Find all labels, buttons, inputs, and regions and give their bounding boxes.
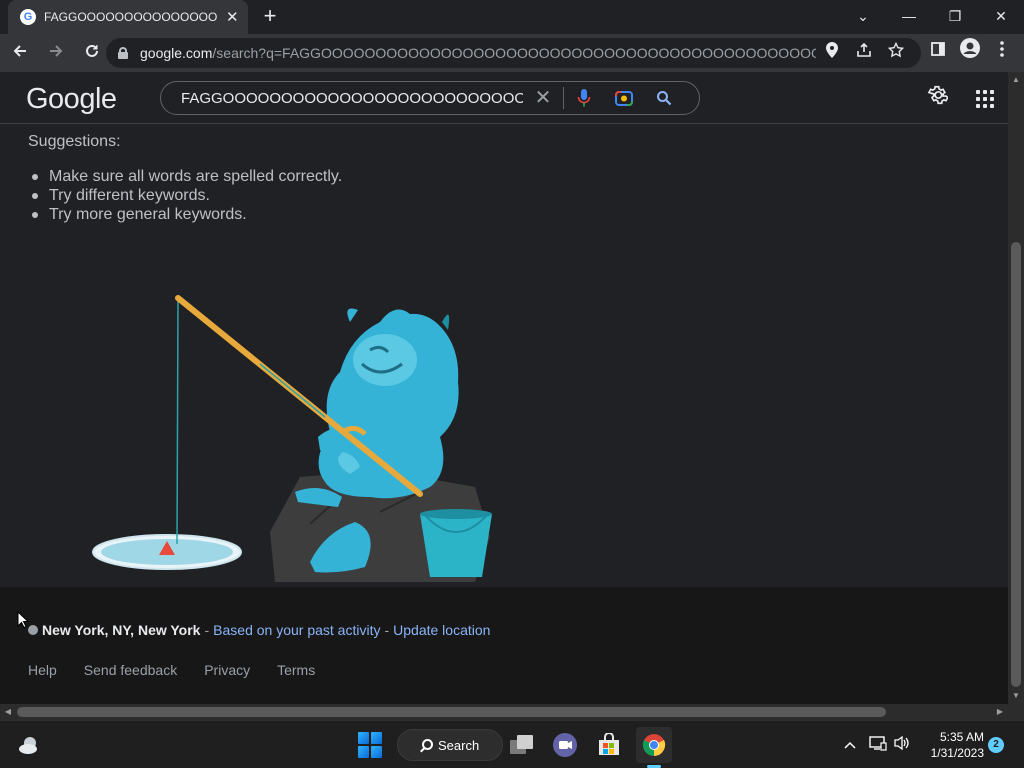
send-feedback-link[interactable]: Send feedback: [84, 662, 177, 678]
location-dot-icon: [28, 625, 38, 635]
settings-gear-icon[interactable]: [920, 84, 954, 112]
microsoft-store-button[interactable]: [591, 727, 627, 763]
task-view-button[interactable]: [504, 727, 540, 763]
network-icon[interactable]: [868, 735, 888, 755]
browser-tab-strip: G FAGGOOOOOOOOOOOOOOOOOOOOOOOOOOOOOOOOOO…: [0, 0, 1024, 34]
location-separator: -: [384, 622, 390, 638]
horizontal-scroll-thumb[interactable]: [17, 707, 886, 717]
terms-link[interactable]: Terms: [277, 662, 315, 678]
new-tab-button[interactable]: +: [258, 4, 282, 28]
share-icon[interactable]: [848, 38, 880, 68]
clock-time: 5:35 AM: [939, 730, 984, 744]
search-input[interactable]: FAGGOOOOOOOOOOOOOOOOOOOOOOOOOOOOOOOOOOOO…: [181, 90, 523, 107]
google-logo[interactable]: Google: [26, 83, 117, 116]
teams-chat-button[interactable]: [547, 727, 583, 763]
teams-chat-icon: [553, 733, 577, 757]
browser-menu-icon[interactable]: [986, 38, 1018, 68]
update-location-link[interactable]: Update location: [393, 622, 490, 638]
location-row: New York, NY, New York - Based on your p…: [28, 622, 490, 638]
microsoft-store-icon: [599, 733, 619, 755]
search-box[interactable]: FAGGOOOOOOOOOOOOOOOOOOOOOOOOOOOOOOOOOOOO…: [160, 81, 700, 115]
close-window-button[interactable]: ✕: [978, 0, 1024, 34]
location-separator: -: [204, 622, 210, 638]
page-viewport: Google FAGGOOOOOOOOOOOOOOOOOOOOOOOOOOOOO…: [0, 72, 1008, 704]
google-favicon-icon: G: [20, 9, 36, 25]
scroll-right-arrow-icon[interactable]: ▶: [992, 704, 1008, 720]
vertical-scroll-thumb[interactable]: [1011, 242, 1021, 687]
list-item: Try different keywords.: [28, 186, 342, 205]
chrome-taskbar-button[interactable]: [636, 727, 672, 763]
scroll-down-arrow-icon[interactable]: ▼: [1008, 688, 1024, 704]
tab-title: FAGGOOOOOOOOOOOOOOOOOOOOOOOOOOOOOOOOOOOO…: [44, 10, 217, 24]
profile-avatar-icon[interactable]: [954, 38, 986, 68]
list-item: Make sure all words are spelled correctl…: [28, 167, 342, 186]
minimize-button[interactable]: —: [886, 0, 932, 34]
back-arrow-icon: [13, 45, 26, 57]
taskbar-search-button[interactable]: Search: [397, 729, 503, 761]
start-button[interactable]: [358, 732, 384, 758]
reload-button[interactable]: [76, 37, 108, 69]
suggestions-heading: Suggestions:: [28, 133, 121, 150]
forward-arrow-icon: [50, 45, 63, 57]
task-view-icon: [510, 735, 533, 754]
privacy-link[interactable]: Privacy: [204, 662, 250, 678]
google-header: Google FAGGOOOOOOOOOOOOOOOOOOOOOOOOOOOOO…: [0, 72, 1008, 124]
taskbar-search-label: Search: [438, 737, 480, 753]
location-name: New York, NY, New York: [42, 622, 201, 638]
weather-cloud-icon[interactable]: [18, 735, 40, 755]
tab-close-icon[interactable]: ✕: [225, 8, 241, 26]
search-submit-icon[interactable]: [644, 81, 684, 115]
clock-date: 1/31/2023: [930, 746, 984, 760]
restore-button[interactable]: ❐: [932, 0, 978, 34]
fishing-monster-illustration: [92, 295, 492, 582]
search-icon: [422, 739, 433, 750]
system-clock[interactable]: 5:35 AM 1/31/2023: [918, 729, 984, 761]
vertical-scrollbar[interactable]: ▲ ▼: [1008, 72, 1024, 704]
lens-search-icon[interactable]: [604, 81, 644, 115]
horizontal-scrollbar[interactable]: ◀ ▶: [0, 704, 1008, 720]
voice-search-icon[interactable]: [564, 81, 604, 115]
side-panel-icon[interactable]: [922, 38, 954, 68]
browser-toolbar: google.com/search?q=FAGGOOOOOOOOOOOOOOOO…: [0, 34, 1024, 72]
volume-icon[interactable]: [892, 735, 912, 755]
scroll-left-arrow-icon[interactable]: ◀: [0, 704, 16, 720]
page-footer: New York, NY, New York - Based on your p…: [0, 587, 1008, 704]
clear-search-icon[interactable]: ✕: [523, 81, 563, 115]
browser-tab[interactable]: G FAGGOOOOOOOOOOOOOOOOOOOOOOOOOOOOOOOOOO…: [8, 0, 248, 34]
show-hidden-icons-chevron-icon[interactable]: [842, 735, 858, 755]
url-text[interactable]: google.com/search?q=FAGGOOOOOOOOOOOOOOOO…: [140, 45, 816, 61]
reload-icon: [86, 44, 98, 57]
windows-taskbar: Search 5:35 AM 1/31/2023 2: [0, 720, 1024, 768]
notification-count-badge[interactable]: 2: [988, 737, 1004, 753]
help-link[interactable]: Help: [28, 662, 57, 678]
google-apps-grid-icon[interactable]: [970, 84, 998, 112]
location-pin-icon[interactable]: [816, 38, 848, 68]
suggestions-list: Make sure all words are spelled correctl…: [28, 167, 342, 224]
back-button[interactable]: [4, 37, 36, 69]
location-source-link[interactable]: Based on your past activity: [213, 622, 380, 638]
scroll-corner: [1008, 704, 1024, 720]
scroll-up-arrow-icon[interactable]: ▲: [1008, 72, 1024, 88]
list-item: Try more general keywords.: [28, 205, 342, 224]
forward-button[interactable]: [40, 37, 72, 69]
mouse-cursor-icon: [17, 611, 29, 629]
bookmark-star-icon[interactable]: [880, 38, 912, 68]
tab-search-dropdown-icon[interactable]: ⌄: [840, 0, 886, 34]
chrome-icon: [642, 734, 666, 756]
footer-links: Help Send feedback Privacy Terms: [28, 662, 342, 678]
address-bar[interactable]: google.com/search?q=FAGGOOOOOOOOOOOOOOOO…: [106, 38, 921, 68]
lock-icon[interactable]: [118, 47, 128, 59]
